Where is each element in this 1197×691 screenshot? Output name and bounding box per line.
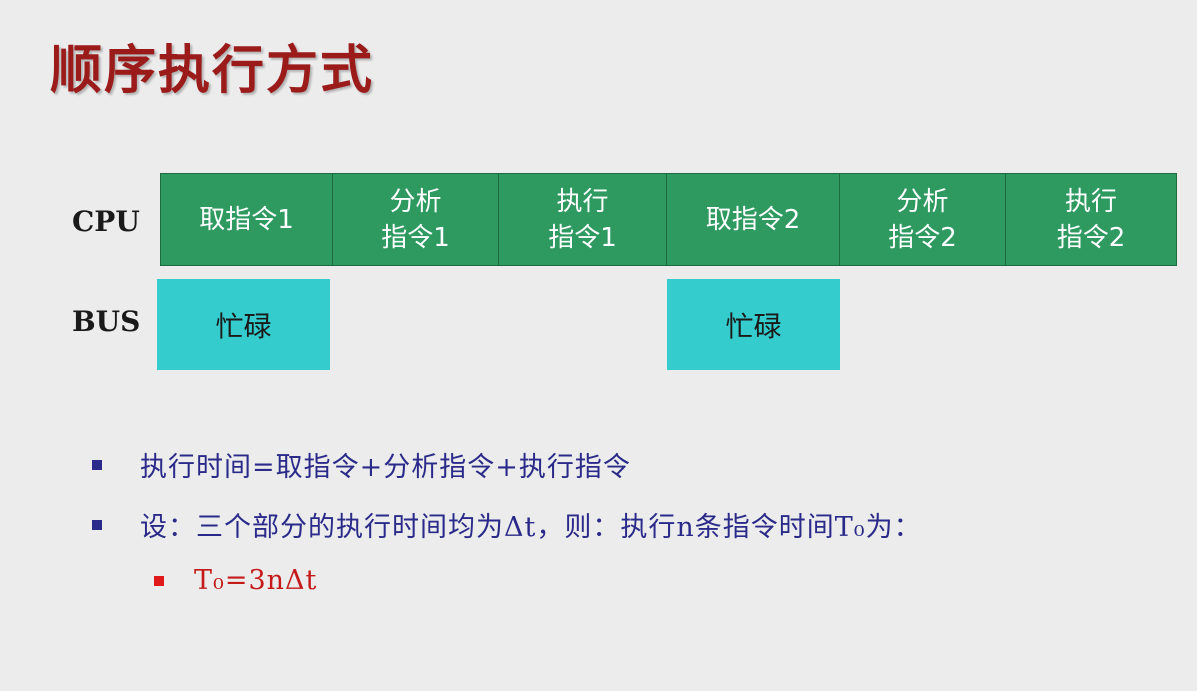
bullet-item: 执行时间=取指令+分析指令+执行指令	[92, 445, 631, 484]
sub-bullet-item: T₀=3nΔt	[154, 565, 317, 596]
bullet-marker	[92, 519, 102, 530]
bus-row-label: BUS	[72, 305, 141, 338]
bullet-text-execution-time: 执行时间=取指令+分析指令+执行指令	[140, 452, 631, 483]
cpu-stage-execute-1: 执行 指令1	[499, 174, 667, 265]
cpu-stage-decode-1: 分析 指令1	[333, 174, 499, 265]
bullet-marker	[92, 459, 102, 470]
cpu-stage-execute-2: 执行 指令2	[1056, 186, 1126, 253]
bus-busy-block-2: 忙碌	[667, 279, 840, 370]
slide-title: 顺序执行方式	[50, 41, 375, 101]
cpu-row-label: CPU	[72, 205, 140, 238]
cpu-stage-fetch-1: 取指令1	[161, 174, 333, 265]
cpu-timeline: 取指令1 分析 指令1 执行 指令1 取指令2 分析 指令2 执行 指令2	[160, 173, 1177, 266]
bus-busy-block-1: 忙碌	[157, 279, 330, 370]
cpu-stage-decode-2: 分析 指令2	[840, 174, 1006, 265]
bullet-text-assumption: 设：三个部分的执行时间均为Δt，则：执行n条指令时间T₀为：	[140, 512, 922, 543]
bullet-item: 设：三个部分的执行时间均为Δt，则：执行n条指令时间T₀为：	[92, 505, 922, 544]
bullet-marker	[154, 575, 164, 586]
cpu-stage-fetch-2: 取指令2	[667, 174, 840, 265]
formula-text: T₀=3nΔt	[194, 565, 318, 596]
